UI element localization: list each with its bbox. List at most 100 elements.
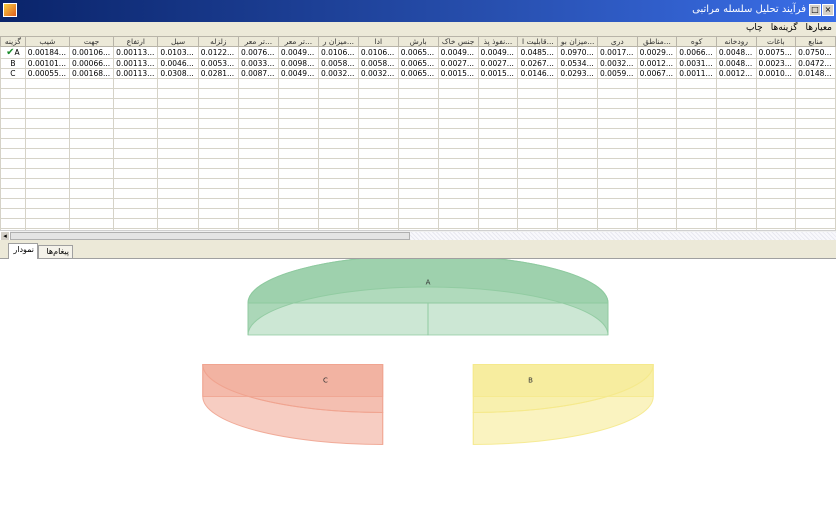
table-row[interactable]: ✔A 0.00184... 0.00106... 0.00113... 0.0103..…	[0, 46, 836, 59]
table-cell[interactable]: 0.0029...	[636, 46, 678, 59]
column-header[interactable]: ...میزان ر	[317, 36, 359, 47]
header-row: گزینه شیب جهت ارتفاع سیل زلزله ...تر معر ...تر …	[0, 36, 836, 47]
table-cell[interactable]: 0.0076...	[237, 46, 279, 59]
option-cell[interactable]: B	[0, 58, 26, 69]
table-cell[interactable]: 0.0146...	[517, 68, 559, 79]
column-header[interactable]: ...نفوذ پذ	[477, 36, 519, 47]
column-header[interactable]: بارش	[397, 36, 439, 47]
table-cell[interactable]: 0.0065...	[397, 58, 439, 69]
column-header[interactable]: رودخانه	[715, 36, 757, 47]
column-header[interactable]: ...قابلیت ا	[517, 36, 559, 47]
table-cell[interactable]: 0.0058...	[317, 58, 359, 69]
table-cell[interactable]: 0.0065...	[397, 68, 439, 79]
table-cell[interactable]: 0.0148...	[795, 68, 836, 79]
table-cell[interactable]: 0.0750...	[795, 46, 836, 59]
column-header[interactable]: ...تر معر	[237, 36, 279, 47]
table-cell[interactable]: 0.0033...	[237, 58, 279, 69]
table-cell[interactable]: 0.0067...	[636, 68, 678, 79]
column-header[interactable]: سیل	[157, 36, 199, 47]
table-cell[interactable]: 0.0046...	[157, 58, 199, 69]
table-cell[interactable]: 0.00113...	[113, 46, 159, 59]
column-header[interactable]: کوه	[676, 36, 717, 47]
table-cell[interactable]: 0.0087...	[237, 68, 279, 79]
table-cell[interactable]: 0.00113...	[113, 68, 159, 79]
scroll-track[interactable]	[410, 232, 836, 240]
table-cell[interactable]: 0.00101...	[24, 58, 70, 69]
table-cell[interactable]: 0.0032...	[317, 68, 359, 79]
table-cell[interactable]: 0.0027...	[477, 58, 519, 69]
table-cell[interactable]: 0.00066...	[68, 58, 115, 69]
table-cell[interactable]: 0.0049...	[277, 46, 319, 59]
table-cell[interactable]: 0.0011...	[676, 68, 717, 79]
table-cell[interactable]: 0.0472...	[795, 58, 836, 69]
table-cell[interactable]: 0.00113...	[113, 58, 159, 69]
table-cell[interactable]: 0.0098...	[277, 58, 319, 69]
option-cell[interactable]: C	[0, 68, 26, 79]
table-row[interactable]: B 0.00101... 0.00066... 0.00113... 0.0046...…	[0, 58, 836, 69]
table-cell[interactable]: 0.0075...	[755, 46, 797, 59]
option-cell[interactable]: ✔A	[0, 46, 26, 59]
table-row[interactable]: C 0.00055... 0.00168... 0.00113... 0.0308...…	[0, 68, 836, 79]
table-cell[interactable]: 0.00168...	[68, 68, 115, 79]
menu-criteria[interactable]: معیارها	[806, 23, 832, 33]
column-header[interactable]: ...میزان بو	[557, 36, 599, 47]
column-header[interactable]: جهت	[68, 36, 115, 47]
pie-slice-b[interactable]: B	[472, 363, 654, 445]
table-cell[interactable]: 0.0066...	[676, 46, 717, 59]
table-cell[interactable]: 0.0122...	[197, 46, 239, 59]
table-cell[interactable]: 0.0027...	[437, 58, 479, 69]
column-header[interactable]: شیب	[24, 36, 70, 47]
table-cell[interactable]: 0.0049...	[477, 46, 519, 59]
table-cell[interactable]: 0.0015...	[477, 68, 519, 79]
table-cell[interactable]: 0.0106...	[357, 46, 399, 59]
column-header[interactable]: جنس خاک	[437, 36, 479, 47]
table-cell[interactable]: 0.0012...	[636, 58, 678, 69]
column-header[interactable]: ارتفاع	[113, 36, 159, 47]
table-cell[interactable]: 0.0106...	[317, 46, 359, 59]
pie-slice-a[interactable]: A	[247, 259, 609, 336]
tab-messages[interactable]: پیغام‌ها	[38, 245, 73, 258]
table-cell[interactable]: 0.0267...	[517, 58, 559, 69]
table-cell[interactable]: 0.00055...	[24, 68, 70, 79]
table-cell[interactable]: 0.0012...	[715, 68, 757, 79]
table-cell[interactable]: 0.0048...	[715, 46, 757, 59]
column-header[interactable]: دری	[597, 36, 638, 47]
scroll-thumb[interactable]	[10, 232, 410, 240]
table-cell[interactable]: 0.0031...	[676, 58, 717, 69]
table-cell[interactable]: 0.0048...	[715, 58, 757, 69]
table-cell[interactable]: 0.0049...	[277, 68, 319, 79]
menu-print[interactable]: چاپ	[746, 23, 763, 33]
table-cell[interactable]: 0.0032...	[357, 68, 399, 79]
table-cell[interactable]: 0.0017...	[597, 46, 638, 59]
table-cell[interactable]: 0.0281...	[197, 68, 239, 79]
table-cell[interactable]: 0.0534...	[557, 58, 599, 69]
table-cell[interactable]: 0.00106...	[68, 46, 115, 59]
table-cell[interactable]: 0.0485...	[517, 46, 559, 59]
pie-slice-c[interactable]: C	[202, 363, 384, 445]
table-cell[interactable]: 0.00184...	[24, 46, 70, 59]
menu-options[interactable]: گزینه‌ها	[771, 23, 798, 33]
table-cell[interactable]: 0.0023...	[755, 58, 797, 69]
table-cell[interactable]: 0.0015...	[437, 68, 479, 79]
table-cell[interactable]: 0.0293...	[557, 68, 599, 79]
table-cell[interactable]: 0.0065...	[397, 46, 439, 59]
close-button[interactable]: ×	[822, 4, 834, 16]
table-cell[interactable]: 0.0032...	[597, 58, 638, 69]
table-cell[interactable]: 0.0059...	[597, 68, 638, 79]
table-cell[interactable]: 0.0010...	[755, 68, 797, 79]
table-cell[interactable]: 0.0049...	[437, 46, 479, 59]
column-header[interactable]: ...تر معر	[277, 36, 319, 47]
column-header[interactable]: ...مناطق	[636, 36, 678, 47]
maximize-button[interactable]: □	[809, 4, 821, 16]
column-header[interactable]: باغات	[755, 36, 797, 47]
table-cell[interactable]: 0.0970...	[557, 46, 599, 59]
tab-chart[interactable]: نمودار	[8, 243, 38, 259]
table-cell[interactable]: 0.0103...	[157, 46, 199, 59]
column-header[interactable]: ادا	[357, 36, 399, 47]
table-cell[interactable]: 0.0053...	[197, 58, 239, 69]
column-header[interactable]: منابع	[795, 36, 836, 47]
column-header[interactable]: زلزله	[197, 36, 239, 47]
column-header[interactable]: گزینه	[0, 36, 26, 47]
table-cell[interactable]: 0.0308...	[157, 68, 199, 79]
table-cell[interactable]: 0.0058...	[357, 58, 399, 69]
